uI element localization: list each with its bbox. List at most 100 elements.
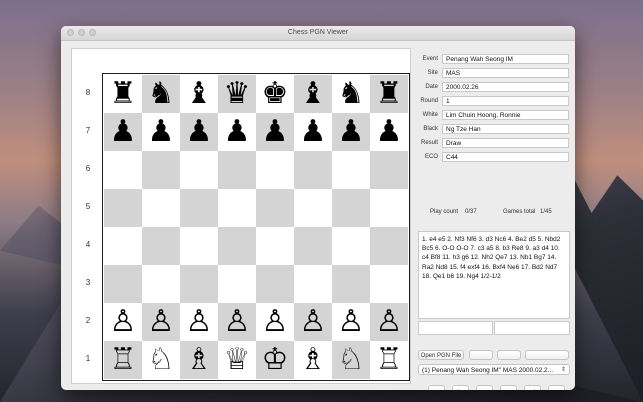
chess-piece[interactable]: ♞ [338,79,365,109]
last-game-button[interactable]: >> [548,385,565,390]
square-g2[interactable]: ♙ [332,303,370,341]
square-d6[interactable] [218,151,256,189]
square-h8[interactable]: ♜ [370,75,408,113]
square-a3[interactable] [104,265,142,303]
chess-piece[interactable]: ♕ [224,345,251,375]
date-field[interactable]: 2000.02.26 [442,82,569,92]
chess-piece[interactable]: ♙ [186,307,213,337]
chess-board[interactable]: ♜ ♞ ♝ ♛ ♚ ♝ ♞ ♜ ♟ ♟ ♟ ♟ ♟ ♟ ♟ ♟ ♙ ♙ ♙ ♙ ♙ ♙ ♙ ♙ ♖ ♘ ♗ ♕ ♔ ♗ ♘ ♖ [102,73,410,381]
chess-piece[interactable]: ♙ [224,307,251,337]
square-a1[interactable]: ♖ [104,341,142,379]
eco-field[interactable]: C44 [442,152,569,162]
chess-piece[interactable]: ♜ [376,79,403,109]
square-f2[interactable]: ♙ [294,303,332,341]
chess-piece[interactable]: ♟ [224,117,251,147]
square-e1[interactable]: ♔ [256,341,294,379]
square-h3[interactable] [370,265,408,303]
square-c1[interactable]: ♗ [180,341,218,379]
chess-piece[interactable]: ♝ [300,79,327,109]
square-b5[interactable] [142,189,180,227]
chess-piece[interactable]: ♞ [148,79,175,109]
square-c3[interactable] [180,265,218,303]
square-a4[interactable] [104,227,142,265]
square-g1[interactable]: ♘ [332,341,370,379]
square-h5[interactable] [370,189,408,227]
square-g4[interactable] [332,227,370,265]
square-g6[interactable] [332,151,370,189]
square-e8[interactable]: ♚ [256,75,294,113]
game-select[interactable]: (1) Penang Wah Seong IM" MAS 2000.02.2..… [418,364,570,375]
white-field[interactable]: Lim Chuin Hoong, Ronnie [442,110,569,120]
square-e2[interactable]: ♙ [256,303,294,341]
square-e6[interactable] [256,151,294,189]
toolbar-button-2[interactable] [469,350,493,360]
chess-piece[interactable]: ♙ [300,307,327,337]
first-game-button[interactable]: << [428,385,445,390]
chess-piece[interactable]: ♖ [376,345,403,375]
square-f6[interactable] [294,151,332,189]
chess-piece[interactable]: ♛ [224,79,251,109]
chess-piece[interactable]: ♗ [300,345,327,375]
toolbar-button-3[interactable] [497,350,521,360]
square-a5[interactable] [104,189,142,227]
chess-piece[interactable]: ♖ [110,345,137,375]
square-d1[interactable]: ♕ [218,341,256,379]
last-move-button[interactable]: >| [524,385,541,390]
square-e7[interactable]: ♟ [256,113,294,151]
chess-piece[interactable]: ♟ [186,117,213,147]
square-f8[interactable]: ♝ [294,75,332,113]
square-h7[interactable]: ♟ [370,113,408,151]
square-d2[interactable]: ♙ [218,303,256,341]
square-g7[interactable]: ♟ [332,113,370,151]
zoom-window-button[interactable] [89,29,96,36]
square-h1[interactable]: ♖ [370,341,408,379]
chess-piece[interactable]: ♝ [186,79,213,109]
chess-piece[interactable]: ♙ [148,307,175,337]
square-g5[interactable] [332,189,370,227]
minimize-window-button[interactable] [78,29,85,36]
square-h6[interactable] [370,151,408,189]
chess-piece[interactable]: ♟ [110,117,137,147]
moves-text-area[interactable]: 1. e4 e5 2. Nf3 Nf6 3. d3 Nc6 4. Be2 d5 … [418,231,570,319]
square-e5[interactable] [256,189,294,227]
square-d8[interactable]: ♛ [218,75,256,113]
square-d4[interactable] [218,227,256,265]
square-c8[interactable]: ♝ [180,75,218,113]
chess-piece[interactable]: ♜ [110,79,137,109]
square-a6[interactable] [104,151,142,189]
chess-piece[interactable]: ♔ [262,345,289,375]
square-g3[interactable] [332,265,370,303]
toolbar-button-4[interactable] [525,350,569,360]
square-b2[interactable]: ♙ [142,303,180,341]
chess-piece[interactable]: ♘ [148,345,175,375]
square-d3[interactable] [218,265,256,303]
square-h2[interactable]: ♙ [370,303,408,341]
square-b3[interactable] [142,265,180,303]
square-c6[interactable] [180,151,218,189]
chess-piece[interactable]: ♚ [262,79,289,109]
prev-move-button[interactable]: < [476,385,493,390]
square-b7[interactable]: ♟ [142,113,180,151]
square-f1[interactable]: ♗ [294,341,332,379]
square-f4[interactable] [294,227,332,265]
first-move-button[interactable]: |< [452,385,469,390]
square-b8[interactable]: ♞ [142,75,180,113]
square-h4[interactable] [370,227,408,265]
square-c5[interactable] [180,189,218,227]
result-field[interactable]: Draw [442,138,569,148]
comment-field-left[interactable] [418,321,493,335]
chess-piece[interactable]: ♙ [262,307,289,337]
square-e3[interactable] [256,265,294,303]
square-b4[interactable] [142,227,180,265]
square-c2[interactable]: ♙ [180,303,218,341]
square-a8[interactable]: ♜ [104,75,142,113]
black-field[interactable]: Ng Tze Han [442,124,569,134]
square-g8[interactable]: ♞ [332,75,370,113]
square-f5[interactable] [294,189,332,227]
square-d5[interactable] [218,189,256,227]
square-b1[interactable]: ♘ [142,341,180,379]
chess-piece[interactable]: ♙ [110,307,137,337]
chess-piece[interactable]: ♟ [300,117,327,147]
chess-piece[interactable]: ♗ [186,345,213,375]
square-a2[interactable]: ♙ [104,303,142,341]
